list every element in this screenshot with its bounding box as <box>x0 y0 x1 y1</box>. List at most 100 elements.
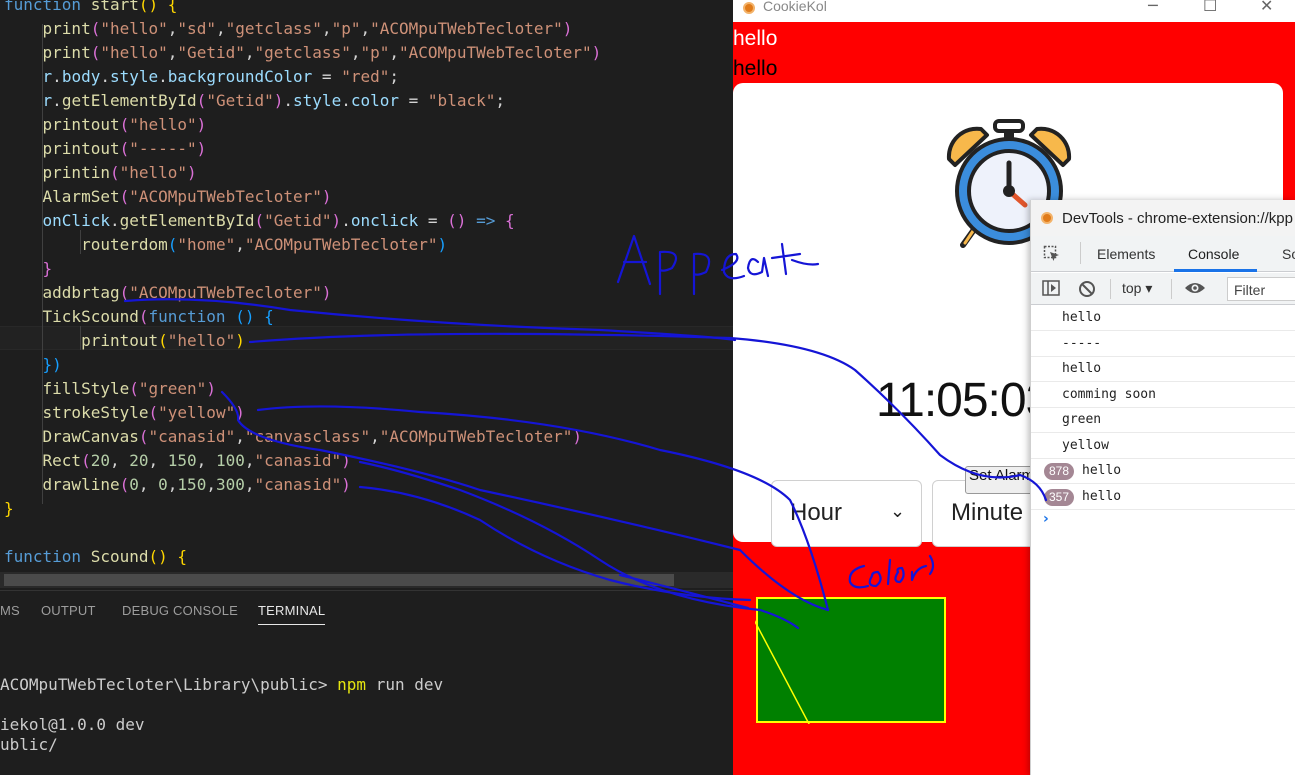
context-select[interactable]: top ▾ <box>1122 280 1152 297</box>
tab-problems[interactable]: MS <box>0 603 20 618</box>
minimize-icon[interactable]: ─ <box>1148 0 1158 15</box>
code-token: ) <box>321 283 332 302</box>
console-message: yellow <box>1031 434 1295 459</box>
code-token: = <box>399 91 428 110</box>
clear-console-icon[interactable] <box>1078 280 1096 298</box>
code-token: ) <box>206 379 216 398</box>
bottom-panel: MS OUTPUT DEBUG CONSOLE TERMINAL ACOMpuT… <box>0 590 733 775</box>
eye-icon[interactable] <box>1184 281 1206 295</box>
code-line: } <box>4 257 53 281</box>
code-token: onclick <box>350 211 419 230</box>
code-token: , <box>167 475 178 494</box>
code-token: ) <box>437 235 448 254</box>
editor-horizontal-scrollbar[interactable] <box>0 572 733 588</box>
code-token: "green" <box>138 379 207 398</box>
code-token: getElementById <box>61 91 197 110</box>
code-token: , <box>235 427 245 446</box>
code-token: "getclass" <box>225 19 322 38</box>
code-token: TickScound <box>42 307 139 326</box>
code-token: routerdom <box>81 235 168 254</box>
console-message-text: ----- <box>1062 335 1102 351</box>
console-filter-input[interactable]: Filter <box>1227 277 1295 301</box>
code-token: , <box>244 43 255 62</box>
tab-elements[interactable]: Elements <box>1097 246 1155 262</box>
code-line: AlarmSet("ACOMpuTWebTecloter") <box>4 185 332 209</box>
code-token: ( <box>158 331 168 350</box>
tab-sources[interactable]: Sou <box>1282 246 1295 262</box>
hello-getid[interactable]: hello <box>733 57 777 81</box>
console-prompt-icon[interactable]: › <box>1043 511 1049 527</box>
filter-placeholder: Filter <box>1234 282 1266 298</box>
code-token: "hello" <box>119 163 188 182</box>
code-line: TickScound(function () { <box>4 305 274 329</box>
tab-terminal[interactable]: TERMINAL <box>258 603 326 625</box>
terminal-prompt: ACOMpuTWebTecloter\Library\public> <box>0 675 338 694</box>
code-token: fillStyle <box>42 379 130 398</box>
divider <box>1080 242 1081 264</box>
terminal-command-line[interactable]: ACOMpuTWebTecloter\Library\public> npm r… <box>0 675 443 694</box>
console-message-text: yellow <box>1062 437 1109 453</box>
code-token: . <box>52 67 62 86</box>
code-token: 150 <box>167 451 197 470</box>
close-icon[interactable]: ✕ <box>1260 0 1273 15</box>
tab-output[interactable]: OUTPUT <box>41 603 96 618</box>
code-token: 100 <box>215 451 245 470</box>
devtools-tabs: Elements Console Sou <box>1031 236 1295 272</box>
code-token: ( <box>119 283 130 302</box>
hour-select[interactable]: Hour ⌄ <box>771 480 922 547</box>
divider <box>1171 279 1172 299</box>
code-token: start <box>90 0 139 14</box>
code-token: "Getid" <box>264 211 332 230</box>
code-token: "canasid" <box>254 475 342 494</box>
code-token: ) <box>235 403 245 422</box>
code-token: "hello" <box>167 331 236 350</box>
code-token: , <box>215 19 226 38</box>
code-token: 0 <box>129 475 139 494</box>
code-token: function <box>4 0 91 14</box>
console-message-text: green <box>1062 412 1102 427</box>
code-token: 0 <box>158 475 168 494</box>
tab-debug-console[interactable]: DEBUG CONSOLE <box>122 603 238 618</box>
code-token: 150 <box>177 475 207 494</box>
code-token: "ACOMpuTWebTecloter" <box>129 187 322 206</box>
code-line: }) <box>4 353 62 377</box>
code-line: function Scound() { <box>4 545 187 569</box>
sidebar-toggle-icon[interactable] <box>1042 280 1060 296</box>
code-token: printout <box>42 139 120 158</box>
code-token: . <box>109 211 120 230</box>
code-line: printout("hello") <box>4 329 245 353</box>
code-line: r.body.style.backgroundColor = "red"; <box>4 65 399 89</box>
code-line: printout("hello") <box>4 113 207 137</box>
terminal-output-line: iekol@1.0.0 dev <box>0 715 145 734</box>
code-token: r <box>42 67 53 86</box>
code-token: 20 <box>129 451 149 470</box>
code-token: ( <box>119 115 130 134</box>
code-editor[interactable]: function start() { print("hello","sd","g… <box>0 0 733 590</box>
code-token: ) <box>572 427 583 446</box>
code-token: ) <box>562 19 573 38</box>
console-message-text: hello <box>1082 463 1122 478</box>
code-token: style <box>109 67 159 86</box>
maximize-icon[interactable]: ☐ <box>1203 0 1217 15</box>
code-token: , <box>138 475 159 494</box>
code-token: ; <box>495 91 505 110</box>
code-token: ( <box>167 235 178 254</box>
active-tab-indicator <box>1174 269 1257 272</box>
inspect-element-icon[interactable] <box>1043 245 1061 263</box>
code-token: "hello" <box>100 43 168 62</box>
code-token: ) <box>273 91 284 110</box>
code-token: function <box>4 547 91 566</box>
code-token: printout <box>81 331 159 350</box>
code-token: , <box>370 427 380 446</box>
code-token: . <box>100 67 110 86</box>
code-token: ( <box>90 43 101 62</box>
scrollbar-thumb[interactable] <box>4 574 674 586</box>
code-token: = <box>418 211 448 230</box>
code-token: "sd" <box>177 19 216 38</box>
tab-console[interactable]: Console <box>1188 246 1239 262</box>
code-line: DrawCanvas("canasid","canvasclass","ACOM… <box>4 425 582 449</box>
